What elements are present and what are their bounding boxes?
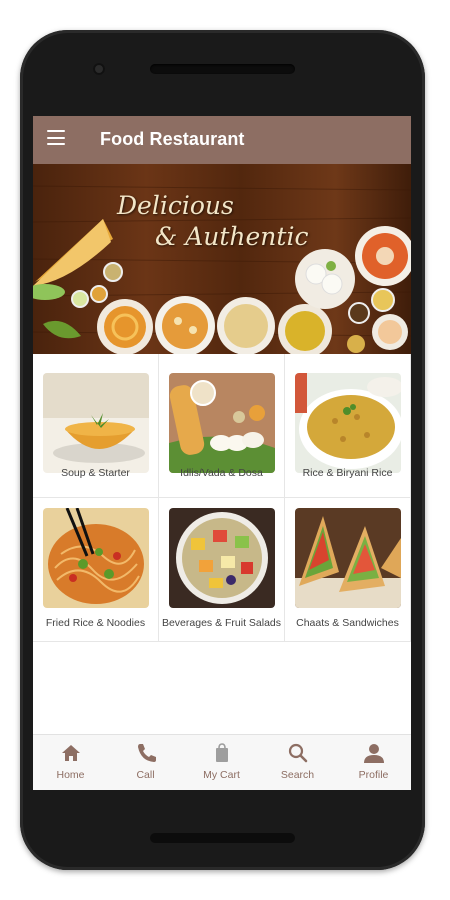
nav-label: My Cart bbox=[203, 769, 240, 781]
sandwich-image bbox=[295, 508, 401, 608]
category-card-fried-rice-noodles[interactable]: Fried Rice & Noodies bbox=[33, 498, 159, 642]
nav-search[interactable]: Search bbox=[260, 735, 335, 790]
category-label: Idlis/Vada & Dosa bbox=[180, 467, 263, 479]
fruit-salad-image bbox=[169, 508, 275, 608]
category-label: Beverages & Fruit Salads bbox=[161, 617, 282, 629]
nav-label: Search bbox=[280, 769, 315, 781]
category-label: Rice & Biryani Rice bbox=[302, 467, 393, 479]
nav-call[interactable]: Call bbox=[108, 735, 183, 790]
nav-my-cart[interactable]: My Cart bbox=[184, 735, 259, 790]
earpiece-speaker bbox=[150, 64, 295, 74]
app-title: Food Restaurant bbox=[100, 129, 245, 149]
app-bar: Food Restaurant bbox=[33, 116, 411, 164]
profile-icon bbox=[363, 744, 384, 763]
banner-headline-line1: Delicious bbox=[117, 191, 234, 220]
category-card-chaats-sandwiches[interactable]: Chaats & Sandwiches bbox=[285, 498, 411, 642]
category-label: Chaats & Sandwiches bbox=[296, 617, 399, 629]
category-card-soup-starter[interactable]: Soup & Starter bbox=[33, 354, 159, 498]
noodles-image bbox=[43, 508, 149, 608]
category-card-beverages-fruit-salads[interactable]: Beverages & Fruit Salads bbox=[159, 498, 285, 642]
category-card-idli-vada-dosa[interactable]: Idlis/Vada & Dosa bbox=[159, 354, 285, 498]
bottom-speaker bbox=[150, 833, 295, 843]
biryani-image bbox=[295, 373, 401, 473]
category-label: Soup & Starter bbox=[61, 467, 130, 479]
banner-headline-line2: & Authentic bbox=[155, 222, 309, 251]
phone-icon bbox=[137, 744, 156, 762]
dosa-idli-image bbox=[169, 373, 275, 473]
bottom-navigation: Home Call My Cart Search Profile bbox=[33, 734, 411, 790]
category-card-rice-biryani[interactable]: Rice & Biryani Rice bbox=[285, 354, 411, 498]
cart-icon bbox=[215, 743, 228, 762]
hero-banner[interactable]: Delicious & Authentic bbox=[33, 164, 411, 354]
soup-image bbox=[43, 373, 149, 473]
hamburger-menu-icon[interactable] bbox=[47, 130, 65, 146]
nav-home[interactable]: Home bbox=[33, 735, 108, 790]
category-label: Fried Rice & Noodies bbox=[45, 617, 146, 629]
nav-label: Profile bbox=[358, 769, 389, 781]
home-icon bbox=[61, 745, 80, 761]
nav-profile[interactable]: Profile bbox=[336, 735, 411, 790]
nav-label: Home bbox=[56, 769, 85, 781]
front-camera bbox=[93, 63, 105, 75]
nav-label: Call bbox=[136, 769, 155, 781]
search-icon bbox=[288, 743, 307, 763]
app-screen: Food Restaurant Delicious & Authentic So… bbox=[33, 116, 411, 790]
